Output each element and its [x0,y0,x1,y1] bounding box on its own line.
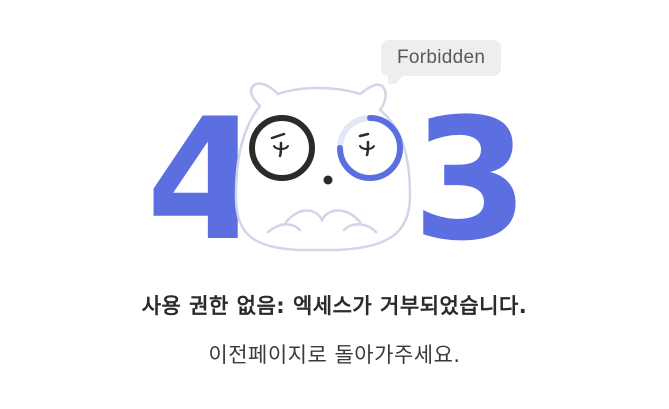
error-subline: 이전페이지로 돌아가주세요. [208,343,461,367]
error-code-digit-3: 3 [412,82,529,278]
speech-bubble-tail-icon [388,74,404,84]
error-headline: 사용 권한 없음: 엑세스가 거부되었습니다. [141,294,528,318]
cat-nose [323,175,333,185]
error-page: 4 3 Forbidden 사용 권한 없음: 엑세스가 거부되었습니다. 이전… [0,0,669,409]
error-illustration: 4 3 Forbidden [140,36,530,266]
status-badge: Forbidden [381,40,502,76]
